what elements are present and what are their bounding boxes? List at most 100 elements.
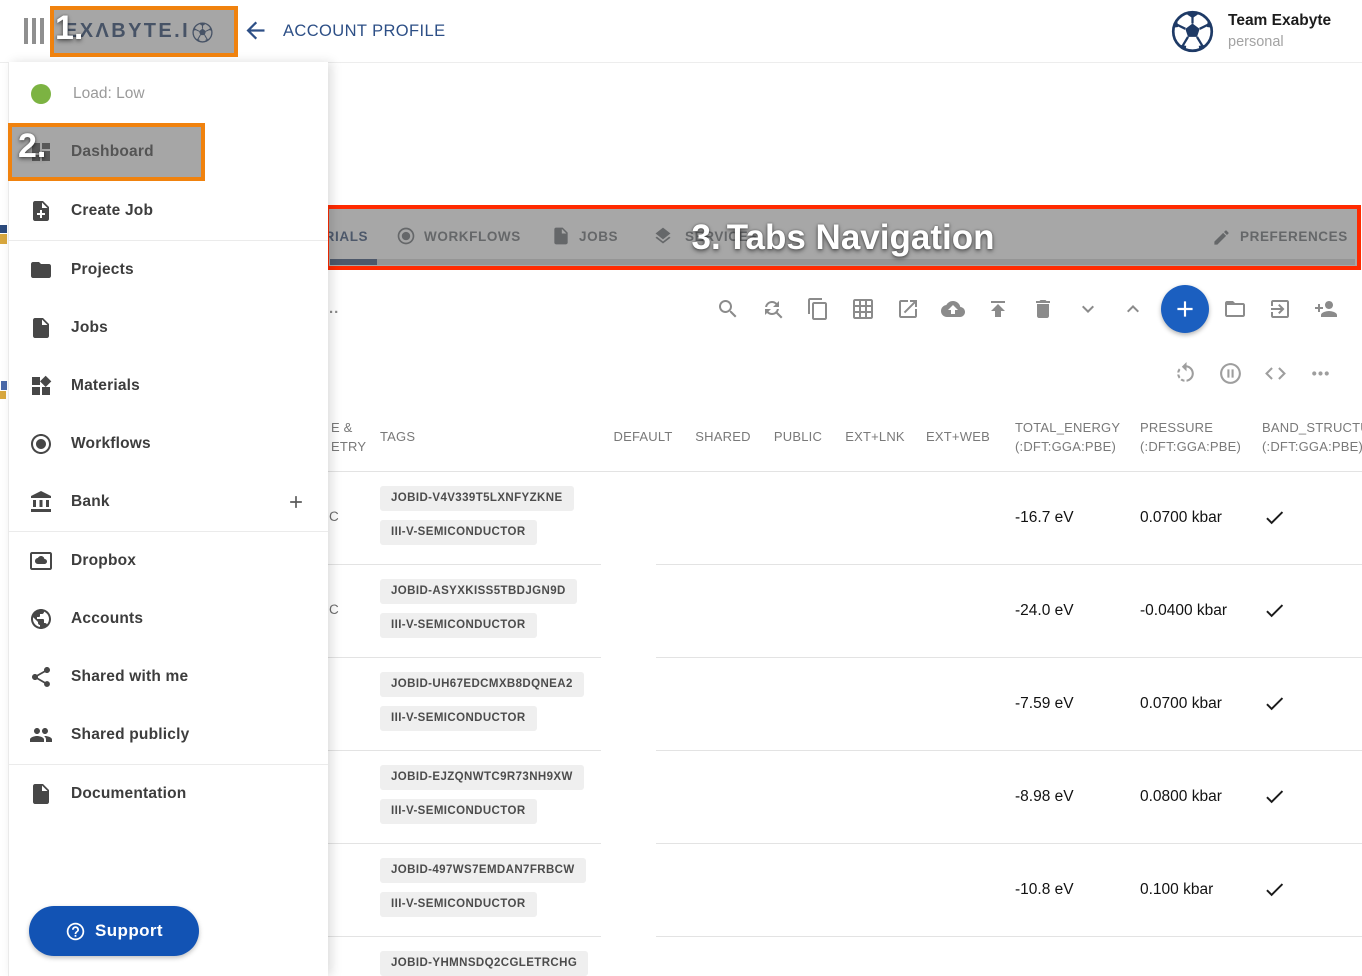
delete-icon[interactable] — [1031, 297, 1055, 321]
pressure-value: 0.0800 kbar — [1140, 788, 1222, 806]
sidebar-item-shared-with-me[interactable]: Shared with me — [9, 648, 328, 706]
check-icon — [1263, 878, 1286, 901]
search-input[interactable]: .. — [329, 300, 339, 317]
plus-icon — [1172, 296, 1198, 322]
pause-icon[interactable] — [1218, 361, 1243, 386]
annotation-marker-3: 3. — [692, 218, 721, 258]
person-add-icon[interactable] — [1314, 297, 1338, 321]
back-arrow-icon[interactable] — [242, 17, 269, 44]
file-icon — [29, 316, 53, 340]
jobid-tag: JOBID-ASYXKISS5TBDJGN9D — [380, 579, 577, 604]
total-energy-value: -24.0 eV — [1015, 602, 1074, 620]
column-header-pressure-method: (:DFT:GGA:PBE) — [1140, 439, 1241, 454]
load-indicator-icon — [31, 84, 51, 104]
tabs-annotation-box: 3. Tabs Navigation — [325, 205, 1361, 270]
table-row[interactable]: JOBID-EJZQNWTC9R73NH9XW III-V-SEMICONDUC… — [327, 751, 1362, 844]
widgets-icon — [29, 374, 53, 398]
sidebar-item-documentation[interactable]: Documentation — [9, 765, 328, 823]
table-row[interactable]: JOBID-YHMNSDQ2CGLETRCHG — [327, 937, 1362, 976]
add-button[interactable] — [1161, 285, 1209, 333]
sidebar-item-jobs[interactable]: Jobs — [9, 299, 328, 357]
bank-icon — [29, 490, 53, 514]
category-tag: III-V-SEMICONDUCTOR — [380, 520, 537, 545]
table-row[interactable]: JOBID-497WS7EMDAN7FRBCW III-V-SEMICONDUC… — [327, 844, 1362, 937]
search-icon[interactable] — [716, 297, 740, 321]
sidebar-item-shared-publicly[interactable]: Shared publicly — [9, 706, 328, 764]
people-icon — [29, 723, 53, 747]
check-icon — [1263, 692, 1286, 715]
category-tag: III-V-SEMICONDUCTOR — [380, 613, 537, 638]
menu-icon[interactable] — [24, 18, 44, 44]
find-replace-icon[interactable] — [761, 297, 785, 321]
check-icon — [1263, 506, 1286, 529]
sidebar-item-dropbox[interactable]: Dropbox — [9, 532, 328, 590]
column-header-ext-lnk: EXT+LNK — [845, 429, 905, 444]
sidebar-item-label: Shared with me — [71, 668, 306, 686]
workflows-icon — [29, 432, 53, 456]
jobid-tag: JOBID-YHMNSDQ2CGLETRCHG — [380, 951, 588, 976]
sidebar-item-label: Bank — [71, 493, 286, 511]
column-header-public: PUBLIC — [774, 429, 822, 444]
category-tag: III-V-SEMICONDUCTOR — [380, 892, 537, 917]
bank-add-icon[interactable] — [286, 492, 306, 512]
total-energy-value: -7.59 eV — [1015, 695, 1074, 713]
load-status-label: Load: Low — [73, 85, 145, 103]
exit-to-app-icon[interactable] — [1268, 297, 1292, 321]
column-header-pressure: PRESSURE — [1140, 420, 1213, 435]
folder-icon — [29, 258, 53, 282]
column-header-band-structure: BAND_STRUCTU — [1262, 420, 1362, 435]
pressure-value: 0.0700 kbar — [1140, 695, 1222, 713]
table-row[interactable]: JOBID-UH67EDCMXB8DQNEA2 III-V-SEMICONDUC… — [327, 658, 1362, 751]
sidebar-item-materials[interactable]: Materials — [9, 357, 328, 415]
more-icon[interactable] — [1308, 361, 1333, 386]
folder-icon[interactable] — [1223, 297, 1247, 321]
file-icon — [29, 782, 53, 806]
sidebar-item-bank[interactable]: Bank — [9, 473, 328, 531]
cloud-box-icon — [29, 549, 53, 573]
sidebar-item-accounts[interactable]: Accounts — [9, 590, 328, 648]
upload-icon[interactable] — [986, 297, 1010, 321]
category-tag: III-V-SEMICONDUCTOR — [380, 799, 537, 824]
sidebar-item-label: Jobs — [71, 319, 306, 337]
load-status: Load: Low — [9, 73, 328, 115]
chevron-down-icon[interactable] — [1076, 297, 1100, 321]
support-button[interactable]: Support — [29, 906, 199, 956]
table-row[interactable]: C JOBID-V4V339T5LXNFYZKNE III-V-SEMICOND… — [327, 472, 1362, 565]
column-header-total-energy: TOTAL_ENERGY — [1015, 420, 1120, 435]
sidebar-item-workflows[interactable]: Workflows — [9, 415, 328, 473]
geometry-fragment: C — [329, 509, 339, 524]
grid-icon[interactable] — [851, 297, 875, 321]
rotate-left-icon[interactable] — [1173, 361, 1198, 386]
team-type: personal — [1228, 34, 1284, 50]
open-in-new-icon[interactable] — [896, 297, 920, 321]
pressure-value: 0.0700 kbar — [1140, 509, 1222, 527]
sidebar-item-label: Create Job — [71, 202, 306, 220]
background-page-edge — [0, 62, 8, 976]
column-header-geometry: ETRY — [331, 439, 366, 454]
sidebar-item-create-job[interactable]: Create Job — [9, 182, 328, 240]
sidebar-item-label: Accounts — [71, 610, 306, 628]
pressure-value: -0.0400 kbar — [1140, 602, 1227, 620]
help-icon — [65, 921, 86, 942]
page-fragment — [0, 225, 7, 233]
category-tag: III-V-SEMICONDUCTOR — [380, 706, 537, 731]
sidebar-item-projects[interactable]: Projects — [9, 241, 328, 299]
cloud-upload-icon[interactable] — [941, 297, 965, 321]
avatar[interactable] — [1171, 10, 1214, 53]
column-header-shared: SHARED — [695, 429, 750, 444]
column-header-band-structure-method: (:DFT:GGA:PBE) — [1262, 439, 1362, 454]
page-fragment — [1, 381, 7, 390]
page-fragment — [0, 234, 7, 244]
app-root: MATERIALS WORKFLOWS JOBS SERVICES PREFER… — [0, 0, 1362, 976]
pressure-value: 0.100 kbar — [1140, 881, 1213, 899]
column-header-ext-web: EXT+WEB — [926, 429, 990, 444]
share-icon — [29, 665, 53, 689]
code-icon[interactable] — [1263, 361, 1288, 386]
total-energy-value: -10.8 eV — [1015, 881, 1074, 899]
column-header-total-energy-method: (:DFT:GGA:PBE) — [1015, 439, 1116, 454]
table-row[interactable]: C JOBID-ASYXKISS5TBDJGN9D III-V-SEMICOND… — [327, 565, 1362, 658]
globe-icon — [29, 607, 53, 631]
chevron-up-icon[interactable] — [1121, 297, 1145, 321]
copy-icon[interactable] — [806, 297, 830, 321]
total-energy-value: -16.7 eV — [1015, 509, 1074, 527]
